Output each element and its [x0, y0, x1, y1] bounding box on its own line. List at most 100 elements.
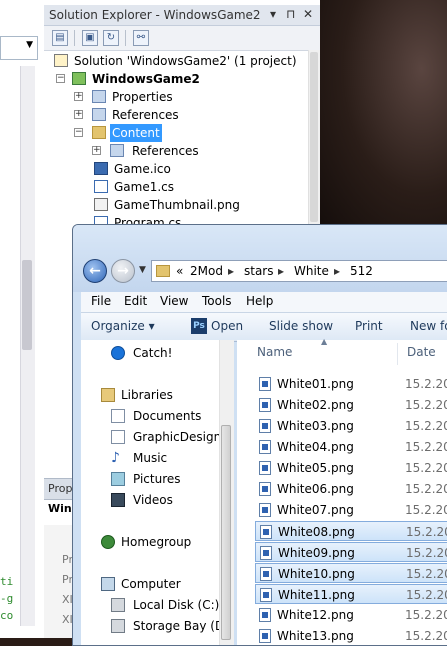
menu-file[interactable]: File [91, 294, 111, 308]
code-line[interactable]: ti [0, 575, 13, 588]
tree-item-label: Game1.cs [114, 180, 175, 194]
tree-item-references[interactable]: + References [54, 106, 304, 124]
expand-icon[interactable]: + [74, 110, 83, 119]
tree-item-project[interactable]: − WindowsGame2 [54, 70, 304, 88]
png-file-icon [260, 567, 272, 581]
breadcrumb-overflow[interactable]: « [176, 264, 183, 278]
tree-item-gamethumbnail[interactable]: GameThumbnail.png [54, 196, 304, 214]
properties-object-name: Win [48, 502, 72, 515]
tree-item-label: GameThumbnail.png [114, 198, 240, 212]
file-name: White08.png [278, 525, 355, 539]
organize-button[interactable]: Organize ▾ [91, 319, 155, 333]
nav-item-label: Storage Bay (D:) [133, 619, 233, 633]
pin-icon[interactable]: ⊓ [286, 7, 295, 21]
sort-ascending-icon: ▲ [321, 337, 328, 346]
open-button[interactable]: Open [211, 319, 243, 333]
chevron-down-icon: ▾ [148, 319, 155, 333]
refresh-icon[interactable]: ↻ [103, 30, 119, 46]
file-row[interactable]: White02.png 15.2.201 [255, 395, 447, 415]
column-divider[interactable] [397, 343, 398, 365]
back-button[interactable]: ← [83, 259, 107, 283]
window-position-dropdown-icon[interactable]: ▾ [270, 7, 276, 21]
menu-edit[interactable]: Edit [124, 294, 147, 308]
file-row-selected[interactable]: White10.png 15.2.201 [255, 563, 447, 583]
tree-item-solution[interactable]: Solution 'WindowsGame2' (1 project) [54, 52, 304, 70]
expand-icon[interactable]: + [74, 92, 83, 101]
code-line[interactable]: -g [0, 592, 13, 605]
file-row[interactable]: White13.png 15.2.201 [255, 626, 447, 645]
editor-scroll-thumb[interactable] [22, 260, 32, 350]
collapse-icon[interactable]: − [56, 74, 65, 83]
slideshow-button[interactable]: Slide show [269, 319, 333, 333]
solution-explorer-titlebar: Solution Explorer - WindowsGame2 ▾ ⊓ ✕ [44, 5, 320, 26]
file-row[interactable]: White07.png 15.2.201 [255, 500, 447, 520]
column-header-date[interactable]: Date [407, 345, 436, 359]
tree-item-label: Content [110, 124, 162, 142]
tree-item-content-references[interactable]: + References [54, 142, 304, 160]
computer-icon [101, 577, 115, 591]
file-date: 15.2.201 [405, 440, 447, 454]
tree-item-label: Properties [112, 90, 173, 104]
menu-help[interactable]: Help [246, 294, 273, 308]
file-row-selected[interactable]: White08.png 15.2.201 [255, 521, 447, 541]
file-row[interactable]: White06.png 15.2.201 [255, 479, 447, 499]
folder-icon [156, 265, 170, 277]
file-name: White09.png [278, 546, 355, 560]
file-name: White02.png [277, 398, 354, 412]
tree-item-properties[interactable]: + Properties [54, 88, 304, 106]
file-date: 15.2.201 [406, 525, 447, 539]
breadcrumb-2mod[interactable]: 2Mod [190, 264, 223, 278]
navigation-scroll-thumb[interactable] [221, 425, 231, 640]
breadcrumb-separator-icon[interactable]: ▸ [334, 264, 340, 278]
file-date: 15.2.201 [405, 398, 447, 412]
solution-icon [54, 54, 68, 67]
file-name: White01.png [277, 377, 354, 391]
command-bar: Organize ▾ Ps Open Slide show Print New … [81, 312, 447, 342]
member-dropdown[interactable]: ▼ [0, 36, 38, 60]
code-line[interactable]: co [0, 609, 13, 622]
breadcrumb-stars[interactable]: stars [244, 264, 274, 278]
nav-item-label: Music [133, 451, 168, 465]
menu-view[interactable]: View [160, 294, 188, 308]
properties-icon[interactable]: ▤ [52, 30, 68, 46]
forward-button[interactable]: → [111, 259, 135, 283]
homegroup-icon [101, 535, 115, 549]
breadcrumb-separator-icon[interactable]: ▸ [228, 264, 234, 278]
catch-app-icon [111, 346, 125, 360]
file-row[interactable]: White01.png 15.2.201 [255, 374, 447, 394]
music-note-icon: ♪ [111, 450, 120, 466]
file-row[interactable]: White04.png 15.2.201 [255, 437, 447, 457]
solution-explorer-scroll-thumb[interactable] [310, 52, 318, 222]
column-header-name[interactable]: Name [257, 345, 292, 359]
explorer-window: ← → ▼ « 2Mod ▸ stars ▸ White ▸ 512 File … [72, 224, 447, 646]
breadcrumb-separator-icon[interactable]: ▸ [278, 264, 284, 278]
png-file-icon [259, 377, 271, 391]
png-file-icon [260, 525, 272, 539]
tree-item-content[interactable]: − Content [54, 124, 304, 142]
recent-pages-dropdown-icon[interactable]: ▼ [139, 265, 146, 275]
file-row[interactable]: White03.png 15.2.201 [255, 416, 447, 436]
close-icon[interactable]: ✕ [303, 7, 313, 21]
menu-tools[interactable]: Tools [202, 294, 232, 308]
class-diagram-icon[interactable]: ⚯ [133, 30, 149, 46]
address-bar[interactable]: « 2Mod ▸ stars ▸ White ▸ 512 [151, 260, 447, 282]
file-name: White12.png [277, 608, 354, 622]
background-image [320, 0, 447, 230]
file-row-selected[interactable]: White11.png 15.2.201 [255, 584, 447, 604]
new-folder-button[interactable]: New fo [410, 319, 447, 333]
collapse-icon[interactable]: − [74, 128, 83, 137]
organize-label: Organize [91, 319, 145, 333]
print-button[interactable]: Print [355, 319, 383, 333]
file-row[interactable]: White05.png 15.2.201 [255, 458, 447, 478]
file-row[interactable]: White12.png 15.2.201 [255, 605, 447, 625]
expand-icon[interactable]: + [92, 146, 101, 155]
references-icon [110, 144, 124, 157]
nav-item-label: Catch! [133, 346, 173, 360]
tree-item-game-ico[interactable]: Game.ico [54, 160, 304, 178]
show-all-files-icon[interactable]: ▣ [82, 30, 98, 46]
tree-item-game1-cs[interactable]: Game1.cs [54, 178, 304, 196]
breadcrumb-512[interactable]: 512 [350, 264, 373, 278]
chevron-down-icon: ▼ [26, 40, 33, 50]
file-row-selected[interactable]: White09.png 15.2.201 [255, 542, 447, 562]
breadcrumb-white[interactable]: White [294, 264, 329, 278]
